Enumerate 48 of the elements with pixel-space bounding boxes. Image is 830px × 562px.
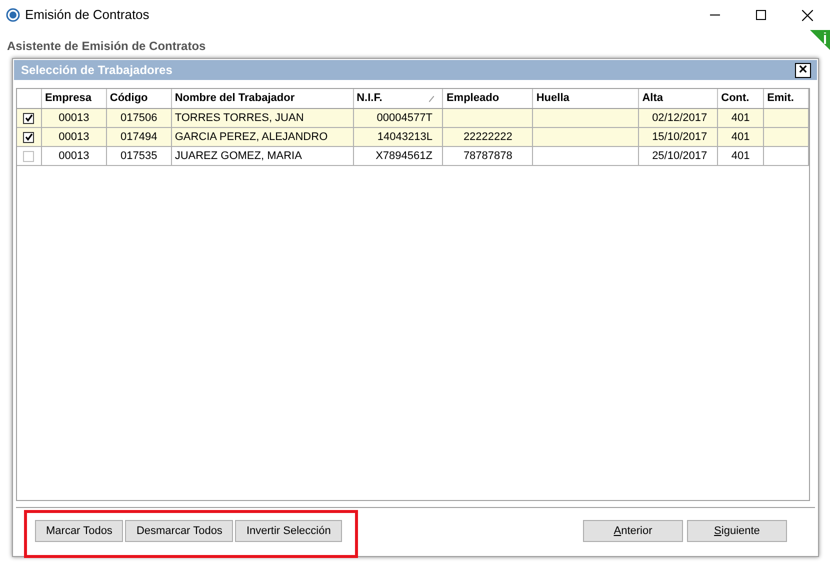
app-logo-icon	[6, 8, 20, 22]
column-header[interactable]: Empresa	[42, 89, 107, 108]
row-checkbox[interactable]	[23, 150, 34, 162]
info-corner-icon[interactable]	[810, 30, 830, 50]
window-title: Emisión de Contratos	[25, 6, 150, 24]
table-cell-text: 00013	[58, 130, 90, 145]
column-header[interactable]: Nombre del Trabajador	[172, 89, 354, 108]
table-cell-text: X7894561Z	[376, 148, 432, 164]
table-cell-text: 017494	[120, 130, 158, 145]
table-cell-text: 401	[731, 110, 750, 126]
column-header[interactable]: Código	[106, 89, 172, 108]
table-cell-text: 00013	[58, 148, 90, 164]
wizard-title: Asistente de Emisión de Contratos	[7, 38, 206, 55]
table-cell-text: 22222222	[463, 130, 512, 145]
row-checkbox[interactable]	[23, 112, 34, 124]
table-cell-text: 02/12/2017	[652, 110, 708, 126]
dialog-title: Selección de Trabajadores	[21, 62, 172, 79]
table-cell-text: 78787878	[463, 148, 512, 164]
selection-button[interactable]: Desmarcar Todos	[125, 520, 234, 542]
table-row[interactable]: 00013 017535 JUAREZ GOMEZ, MARIA X7894561Z 78787878 25/10/2017 401	[17, 147, 809, 166]
column-header[interactable]: Cont.	[718, 89, 764, 108]
selection-button[interactable]: Marcar Todos	[35, 520, 124, 542]
table-cell-text: 017506	[120, 110, 158, 126]
table-cell-text: JUAREZ GOMEZ, MARIA	[174, 148, 302, 164]
column-header[interactable]: Alta	[639, 89, 718, 108]
table-cell-text: 401	[731, 130, 750, 145]
table-cell-text: 401	[731, 148, 750, 164]
table-row[interactable]: 00013 017494 GARCIA PEREZ, ALEJANDRO 14043213L 22222222 15/10/2017 401	[17, 128, 809, 147]
nav-button[interactable]: Siguiente	[687, 520, 787, 542]
column-header[interactable]: Huella	[533, 89, 640, 108]
table-cell-text: TORRES TORRES, JUAN	[174, 110, 304, 126]
table-cell-text: 14043213L	[377, 130, 432, 145]
table-cell-text: 15/10/2017	[652, 130, 708, 145]
table-row[interactable]: 00013 017506 TORRES TORRES, JUAN 00004577T 02/12/2017 401	[17, 109, 809, 128]
close-icon	[802, 10, 812, 20]
column-header[interactable]: Empleado	[443, 89, 534, 108]
table-cell-text: 00013	[58, 110, 90, 126]
column-header[interactable]: Emit.	[764, 89, 810, 108]
nav-button[interactable]: Anterior	[583, 520, 683, 542]
table-cell-text: GARCIA PEREZ, ALEJANDRO	[174, 130, 328, 145]
table-cell-text: 25/10/2017	[652, 148, 708, 164]
table-cell-text: 00004577T	[376, 110, 432, 126]
maximize-icon	[756, 10, 766, 20]
dialog-close-button[interactable]: ×	[795, 62, 811, 78]
selection-button[interactable]: Invertir Selección	[235, 520, 342, 542]
row-checkbox[interactable]	[23, 132, 34, 142]
column-header[interactable]: N.I.F.	[354, 89, 444, 108]
table-cell-text: 017535	[120, 148, 158, 164]
